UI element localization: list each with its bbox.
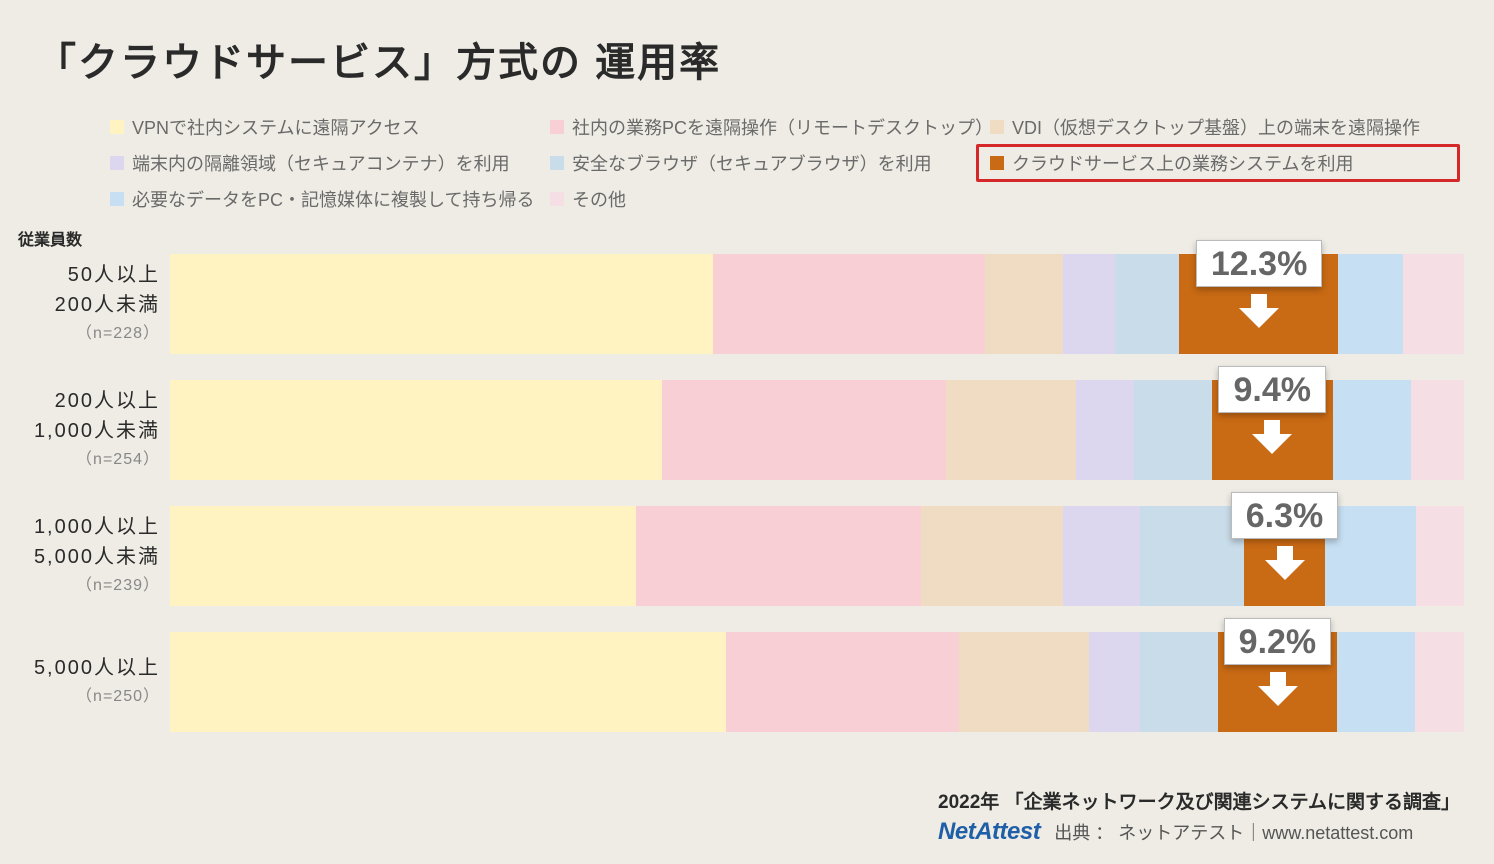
bar-segment bbox=[921, 506, 1063, 606]
bar-segment bbox=[636, 506, 921, 606]
bar-segment bbox=[1063, 506, 1141, 606]
value-callout: 12.3% bbox=[1196, 240, 1322, 287]
legend-label: 必要なデータをPC・記憶媒体に複製して持ち帰る bbox=[132, 186, 534, 212]
bar-segment bbox=[1325, 506, 1416, 606]
footer: 2022年 「企業ネットワーク及び関連システムに関する調査」 NetAttest… bbox=[938, 787, 1460, 846]
legend-label: 社内の業務PCを遠隔操作（リモートデスクトップ） bbox=[572, 114, 990, 140]
category-label: 200人以上1,000人未満（n=254） bbox=[0, 380, 170, 480]
bar-segment bbox=[1337, 632, 1415, 732]
legend-swatch bbox=[110, 156, 124, 170]
bar-segment bbox=[1089, 632, 1141, 732]
bar-segment bbox=[985, 254, 1063, 354]
bar-segment bbox=[1115, 254, 1180, 354]
legend: VPNで社内システムに遠隔アクセス 社内の業務PCを遠隔操作（リモートデスクトップ… bbox=[110, 114, 1494, 212]
sample-size: （n=228） bbox=[0, 320, 160, 349]
legend-label: VDI（仮想デスクトップ基盤）上の端末を遠隔操作 bbox=[1012, 114, 1420, 140]
bar-segment bbox=[1338, 254, 1403, 354]
bar-segment bbox=[1140, 506, 1244, 606]
legend-swatch bbox=[990, 156, 1004, 170]
legend-item: VPNで社内システムに遠隔アクセス bbox=[110, 114, 550, 140]
bar-segment bbox=[1416, 506, 1464, 606]
chart-title: 「クラウドサービス」方式の 運用率 bbox=[0, 0, 1494, 88]
bar-segment bbox=[1411, 380, 1464, 480]
legend-label: 安全なブラウザ（セキュアブラウザ）を利用 bbox=[572, 150, 932, 176]
bar-segment bbox=[1076, 380, 1134, 480]
arrow-down-icon bbox=[1252, 420, 1292, 454]
bar-segment bbox=[1134, 380, 1212, 480]
bar-segment bbox=[170, 506, 636, 606]
legend-label: その他 bbox=[572, 186, 626, 212]
bar-segment bbox=[662, 380, 947, 480]
bar-segment bbox=[726, 632, 959, 732]
bar-segment bbox=[713, 254, 985, 354]
legend-item: 安全なブラウザ（セキュアブラウザ）を利用 bbox=[550, 150, 990, 176]
bar-segment bbox=[959, 632, 1088, 732]
source-credit: 出典 ： ネットアテスト｜www.netattest.com bbox=[1054, 819, 1413, 845]
legend-swatch bbox=[110, 120, 124, 134]
legend-item: クラウドサービス上の業務システムを利用 bbox=[990, 150, 1430, 176]
bar-segment bbox=[170, 254, 713, 354]
value-callout: 9.4% bbox=[1218, 366, 1326, 413]
legend-swatch bbox=[990, 120, 1004, 134]
legend-label: 端末内の隔離領域（セキュアコンテナ）を利用 bbox=[132, 150, 510, 176]
brand-logo: NetAttest bbox=[938, 818, 1040, 846]
sample-size: （n=254） bbox=[0, 446, 160, 475]
legend-label: クラウドサービス上の業務システムを利用 bbox=[1012, 150, 1353, 176]
survey-name: 2022年 「企業ネットワーク及び関連システムに関する調査」 bbox=[938, 787, 1460, 814]
legend-swatch bbox=[110, 192, 124, 206]
legend-swatch bbox=[550, 192, 564, 206]
legend-item: VDI（仮想デスクトップ基盤）上の端末を遠隔操作 bbox=[990, 114, 1430, 140]
legend-item: 必要なデータをPC・記憶媒体に複製して持ち帰る bbox=[110, 186, 550, 212]
value-callout: 6.3% bbox=[1231, 492, 1339, 539]
bar-segment bbox=[1140, 632, 1218, 732]
legend-item: その他 bbox=[550, 186, 990, 212]
arrow-down-icon bbox=[1258, 672, 1298, 706]
category-label: 5,000人以上（n=250） bbox=[0, 632, 170, 732]
arrow-down-icon bbox=[1265, 546, 1305, 580]
bar-row: 1,000人以上5,000人未満（n=239）6.3% bbox=[0, 506, 1494, 606]
bar-segment bbox=[170, 380, 662, 480]
bar-segment bbox=[1063, 254, 1115, 354]
bar-row: 50人以上200人未満（n=228）12.3% bbox=[0, 254, 1494, 354]
bar-segment bbox=[1403, 254, 1464, 354]
bar-segment bbox=[1415, 632, 1464, 732]
category-label: 50人以上200人未満（n=228） bbox=[0, 254, 170, 354]
legend-swatch bbox=[550, 156, 564, 170]
legend-label: VPNで社内システムに遠隔アクセス bbox=[132, 114, 420, 140]
bar-segment bbox=[1333, 380, 1411, 480]
bar-segment bbox=[170, 632, 726, 732]
bar-row: 5,000人以上（n=250）9.2% bbox=[0, 632, 1494, 732]
arrow-down-icon bbox=[1239, 294, 1279, 328]
category-label: 1,000人以上5,000人未満（n=239） bbox=[0, 506, 170, 606]
legend-swatch bbox=[550, 120, 564, 134]
sample-size: （n=239） bbox=[0, 572, 160, 601]
bar-row: 200人以上1,000人未満（n=254）9.4% bbox=[0, 380, 1494, 480]
stacked-bar-chart: 50人以上200人未満（n=228）12.3% 200人以上1,000人未満（n=… bbox=[0, 254, 1494, 732]
legend-item: 社内の業務PCを遠隔操作（リモートデスクトップ） bbox=[550, 114, 990, 140]
bar-segment bbox=[946, 380, 1075, 480]
sample-size: （n=250） bbox=[0, 683, 160, 712]
value-callout: 9.2% bbox=[1224, 618, 1332, 665]
legend-item: 端末内の隔離領域（セキュアコンテナ）を利用 bbox=[110, 150, 550, 176]
